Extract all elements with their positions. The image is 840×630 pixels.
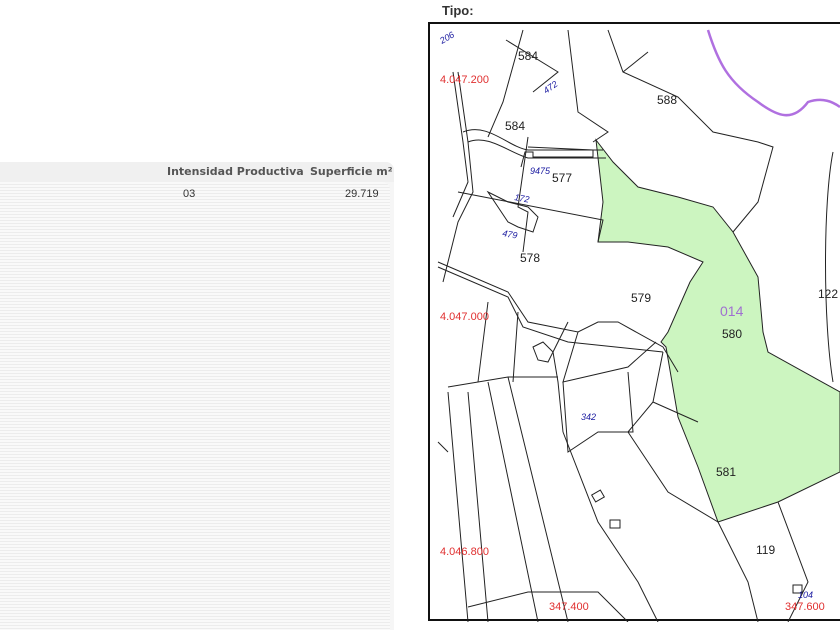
y-coord-label: 4.047.200 — [440, 74, 489, 86]
x-coord-label: 347.600 — [785, 601, 825, 613]
building-label: 9475 — [530, 166, 551, 176]
parcel-label: 584 — [505, 119, 525, 133]
x-coord-label: 347.400 — [549, 601, 589, 613]
parcel-label: 578 — [520, 251, 540, 265]
parcel-label: 581 — [716, 465, 736, 479]
parcel-label: 577 — [552, 171, 572, 185]
table-header: Intensidad Productiva Superficie m² — [0, 162, 394, 182]
cell-intensidad: 03 — [183, 188, 196, 200]
parcel-label: 584 — [518, 49, 538, 63]
parcel-label: 119 — [756, 543, 775, 557]
parcel-label: 122 — [818, 287, 838, 301]
y-coord-label: 4.046.800 — [440, 546, 489, 558]
building-label: 104 — [798, 590, 813, 600]
parcel-label: 588 — [657, 93, 677, 107]
zone-label: 014 — [720, 303, 744, 319]
column-superficie: Superficie m² — [310, 165, 393, 178]
cell-superficie: 29.719 — [345, 188, 379, 200]
building-label: 342 — [581, 412, 596, 422]
cadastral-map[interactable]: 4.047.200 4.047.000 4.046.800 347.400 34… — [428, 22, 840, 622]
parcel-table: Intensidad Productiva Superficie m² 03 2… — [0, 162, 394, 630]
parcel-label: 580 — [722, 327, 742, 341]
y-coord-label: 4.047.000 — [440, 311, 489, 323]
parcel-label: 579 — [631, 291, 651, 305]
map-type-label: Tipo: — [442, 3, 474, 18]
column-intensidad: Intensidad Productiva — [167, 165, 304, 178]
table-body: 03 29.719 — [0, 182, 390, 630]
